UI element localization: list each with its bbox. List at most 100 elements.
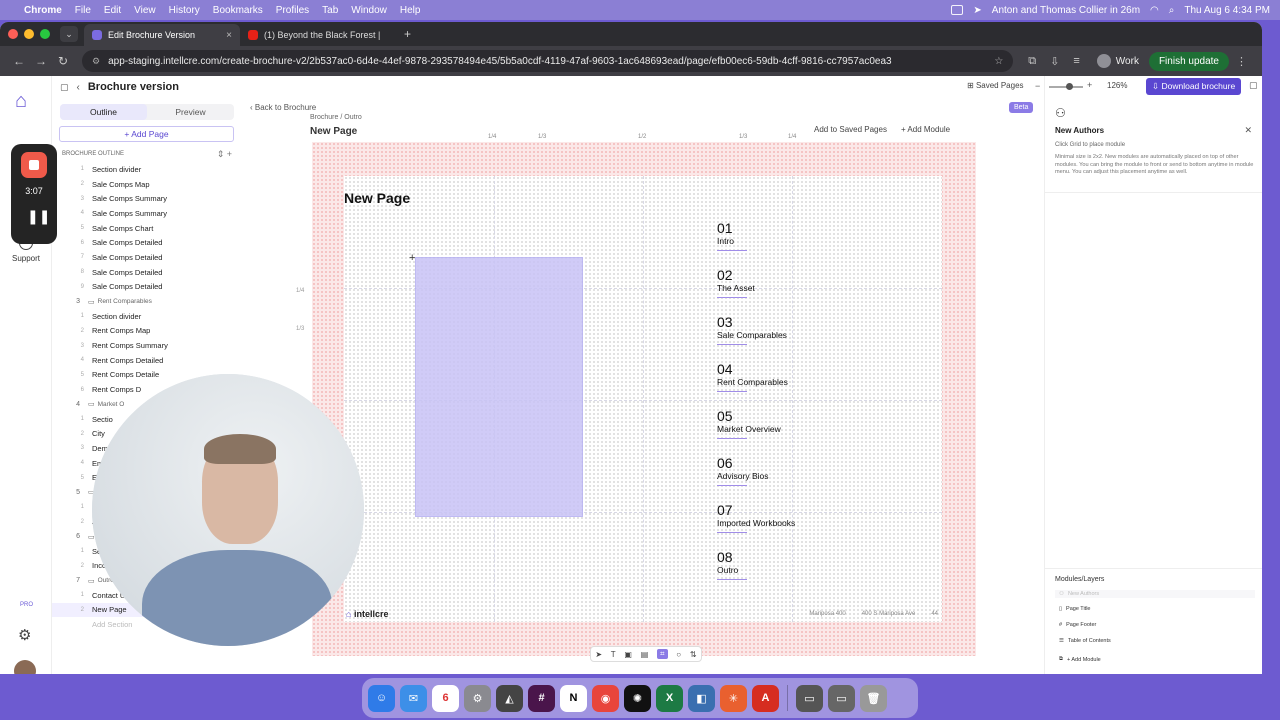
back-to-brochure-link[interactable]: ‹ Back to Brochure	[250, 103, 316, 112]
screen-icon[interactable]	[951, 5, 964, 15]
menu-bookmarks[interactable]: Bookmarks	[213, 5, 263, 16]
cursor-app-icon[interactable]: ◭	[496, 684, 523, 712]
menu-kebab-icon[interactable]: ⋮	[1236, 55, 1247, 68]
layer-new-authors[interactable]: ⚇ New Authors	[1055, 590, 1255, 598]
outline-page-item[interactable]: 2 Sale Comps Map	[52, 177, 238, 192]
database-app-icon[interactable]: ◧	[688, 684, 715, 712]
intellcre-logo-icon[interactable]: ⌂	[15, 90, 37, 112]
pointer-tool-icon[interactable]: ➤	[595, 650, 602, 659]
table-of-contents-module[interactable]: 01 Intro 02 The Asset 03 Sale Comparables 04 Re…	[717, 220, 937, 596]
calendar-app-icon[interactable]: 6	[432, 684, 459, 712]
image-tool-icon[interactable]: ▣	[624, 650, 632, 659]
url-text[interactable]: app-staging.intellcre.com/create-brochur…	[108, 56, 892, 67]
site-info-icon[interactable]: ⚙	[92, 56, 100, 67]
zoom-level[interactable]: 126%	[1107, 81, 1127, 90]
profile-button[interactable]: Work	[1096, 54, 1139, 68]
zoom-in-icon[interactable]: +	[1087, 80, 1092, 90]
panel-toggle-icon[interactable]: ▢	[1249, 80, 1258, 91]
tab-search-icon[interactable]: ⌄	[60, 26, 78, 42]
outline-page-item[interactable]: 3 Rent Comps Summary	[52, 338, 238, 353]
tab-youtube[interactable]: (1) Beyond the Black Forest |	[240, 24, 396, 46]
menu-file[interactable]: File	[75, 5, 91, 16]
forward-icon[interactable]: →	[30, 54, 52, 68]
media-icon[interactable]: ≡	[1073, 55, 1079, 67]
meeting-reminder[interactable]: Anton and Thomas Collier in 26m	[992, 5, 1140, 16]
table-tool-icon[interactable]: ▤	[641, 650, 649, 659]
settings-gear-icon[interactable]: ⚙	[18, 626, 31, 644]
back-icon[interactable]: ←	[8, 54, 30, 68]
back-chevron-icon[interactable]: ‹	[77, 82, 80, 93]
shape-tool-icon[interactable]: ○	[676, 650, 681, 659]
outline-section[interactable]: 3 ▭ Rent Comparables	[52, 294, 238, 309]
zoom-out-icon[interactable]: −	[1035, 81, 1040, 91]
breadcrumb-outro[interactable]: Outro	[344, 114, 362, 121]
acrobat-icon[interactable]: A	[752, 684, 779, 712]
tab-edit-brochure[interactable]: Edit Brochure Version ×	[84, 24, 240, 46]
extensions-icon[interactable]: ⧉	[1028, 55, 1036, 68]
menu-app[interactable]: Chrome	[24, 5, 62, 16]
menu-tab[interactable]: Tab	[322, 5, 338, 16]
chatgpt-icon[interactable]: ✺	[624, 684, 651, 712]
wifi-icon[interactable]: ◠	[1150, 5, 1159, 16]
outline-page-item[interactable]: 2 Rent Comps Map	[52, 324, 238, 339]
finish-update-button[interactable]: Finish update	[1148, 51, 1229, 71]
claude-icon[interactable]: ✳	[720, 684, 747, 712]
mail-icon[interactable]: ✉	[400, 684, 427, 712]
new-authors-placement[interactable]	[415, 257, 583, 517]
notion-icon[interactable]: N	[560, 684, 587, 712]
stop-recording-button[interactable]	[21, 152, 47, 178]
zoom-window-button[interactable]	[40, 29, 50, 39]
outline-page-item[interactable]: 1 Section divider	[52, 309, 238, 324]
minimized-window-icon[interactable]: ▭	[828, 684, 855, 712]
layer-table-of-contents[interactable]: ☰ Table of Contents	[1059, 638, 1111, 644]
breadcrumb-brochure[interactable]: Brochure	[310, 114, 338, 121]
saved-pages-button[interactable]: ⊞ Saved Pages	[967, 81, 1024, 90]
tab-outline[interactable]: Outline	[60, 104, 147, 120]
tab-preview[interactable]: Preview	[147, 104, 234, 120]
layer-add-module[interactable]: ⧉ + Add Module	[1059, 656, 1101, 663]
page-footer-module[interactable]: ⌂ intellcre Mariposa 400 400 S Mariposa …	[344, 606, 942, 622]
pause-icon[interactable]: ❚❚	[27, 208, 50, 225]
grid-tool-icon[interactable]: ⌗	[657, 649, 668, 659]
layer-page-title[interactable]: ▯ Page Title	[1059, 606, 1091, 612]
more-tools-icon[interactable]: ⇅	[690, 650, 697, 659]
calendar-icon[interactable]: ➤	[973, 5, 981, 16]
download-icon[interactable]: ⇩	[1050, 55, 1059, 68]
outline-page-item[interactable]: 9 Sale Comps Detailed	[52, 280, 238, 295]
menu-profiles[interactable]: Profiles	[276, 5, 309, 16]
close-icon[interactable]: ✕	[1244, 125, 1252, 136]
webcam-bubble[interactable]	[92, 374, 364, 646]
outline-page-item[interactable]: 8 Sale Comps Detailed	[52, 265, 238, 280]
outline-page-item[interactable]: 6 Sale Comps Detailed	[52, 235, 238, 250]
outline-page-item[interactable]: 4 Sale Comps Summary	[52, 206, 238, 221]
close-tab-icon[interactable]: ×	[226, 30, 232, 41]
page-canvas[interactable]: New Page + 01 Intro 02 The Asset 03 Sale Comp…	[344, 176, 942, 622]
sidebar-toggle-icon[interactable]: ▢	[60, 82, 69, 93]
outline-page-item[interactable]: 1 Section divider	[52, 162, 238, 177]
add-page-button[interactable]: + Add Page	[59, 126, 234, 142]
menu-help[interactable]: Help	[400, 5, 421, 16]
add-to-saved-pages-button[interactable]: Add to Saved Pages	[814, 125, 887, 134]
outline-add-icon[interactable]: ⇕ +	[217, 149, 232, 160]
reload-icon[interactable]: ↻	[52, 54, 74, 68]
user-avatar[interactable]	[14, 660, 36, 674]
chrome-icon[interactable]: ◉	[592, 684, 619, 712]
menu-edit[interactable]: Edit	[104, 5, 121, 16]
slack-icon[interactable]: #	[528, 684, 555, 712]
address-bar[interactable]: ⚙ app-staging.intellcre.com/create-broch…	[82, 50, 1014, 72]
zoom-slider-handle[interactable]	[1066, 83, 1073, 90]
add-module-button[interactable]: + Add Module	[901, 125, 950, 134]
outline-page-item[interactable]: 5 Sale Comps Chart	[52, 221, 238, 236]
minimize-window-button[interactable]	[24, 29, 34, 39]
menu-history[interactable]: History	[169, 5, 200, 16]
bookmark-star-icon[interactable]: ☆	[994, 56, 1003, 67]
trash-icon[interactable]: 🗑	[860, 684, 887, 712]
outline-page-item[interactable]: 4 Rent Comps Detailed	[52, 353, 238, 368]
excel-icon[interactable]: X	[656, 684, 683, 712]
outline-page-item[interactable]: 3 Sale Comps Summary	[52, 191, 238, 206]
page-title-module[interactable]: New Page	[344, 190, 410, 206]
menu-view[interactable]: View	[134, 5, 156, 16]
finder-icon[interactable]: ☺	[368, 684, 395, 712]
clock[interactable]: Thu Aug 6 4:34 PM	[1184, 5, 1270, 16]
support-label[interactable]: Support	[12, 254, 40, 263]
